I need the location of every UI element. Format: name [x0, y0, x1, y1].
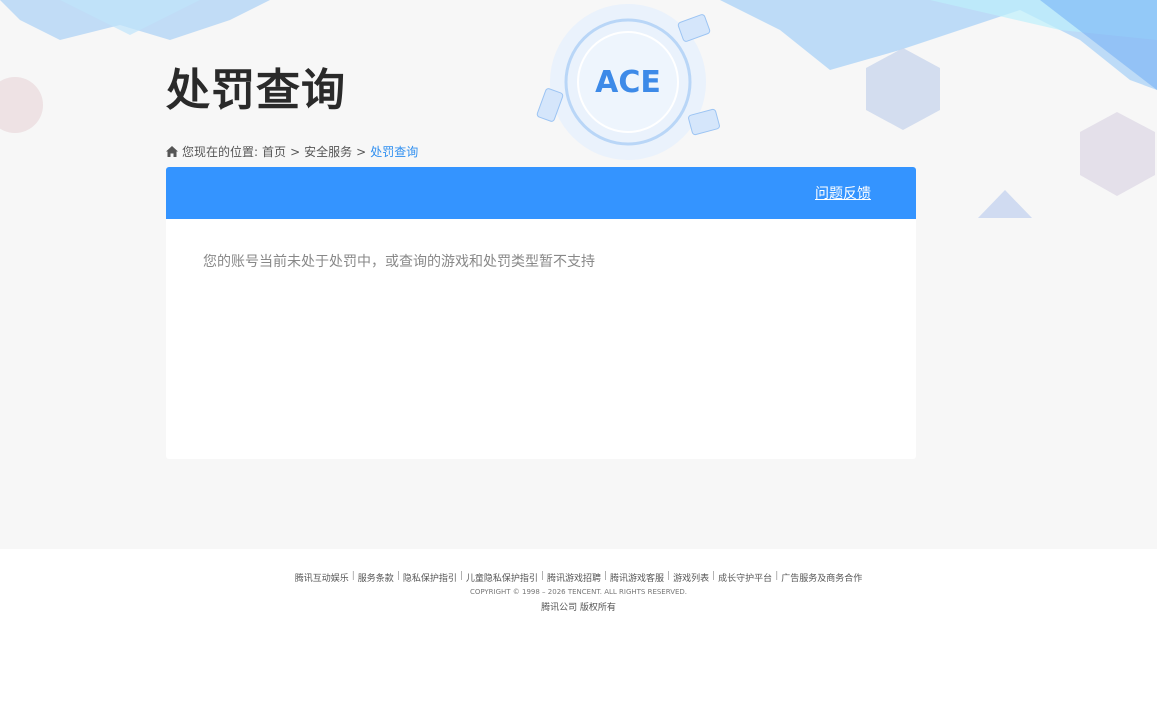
breadcrumb-separator: > [356, 144, 367, 159]
card-header: 问题反馈 [166, 167, 916, 219]
footer: 腾讯互动娱乐 | 服务条款 | 隐私保护指引 | 儿童隐私保护指引 | 腾讯游戏招聘 | … [0, 571, 1157, 613]
result-message: 您的账号当前未处于处罚中，或查询的游戏和处罚类型暂不支持 [203, 254, 595, 270]
breadcrumb-home[interactable]: 首页 [262, 143, 286, 160]
rights-text: 腾讯公司 版权所有 [541, 603, 616, 613]
footer-link[interactable]: 腾讯互动娱乐 [295, 571, 349, 584]
footer-link[interactable]: 游戏列表 [673, 571, 709, 584]
footer-link[interactable]: 隐私保护指引 [403, 571, 457, 584]
footer-link[interactable]: 成长守护平台 [718, 571, 772, 584]
footer-links: 腾讯互动娱乐 | 服务条款 | 隐私保护指引 | 儿童隐私保护指引 | 腾讯游戏招聘 | … [294, 571, 863, 584]
home-icon [166, 146, 178, 157]
footer-link[interactable]: 儿童隐私保护指引 [466, 571, 538, 584]
ace-logo: ACE [595, 65, 661, 100]
feedback-link[interactable]: 问题反馈 [815, 183, 871, 203]
footer-link[interactable]: 广告服务及商务合作 [781, 571, 862, 584]
breadcrumb-separator: > [290, 144, 301, 159]
result-card: 问题反馈 您的账号当前未处于处罚中，或查询的游戏和处罚类型暂不支持 [166, 167, 916, 459]
breadcrumb-security[interactable]: 安全服务 [304, 143, 352, 160]
breadcrumb-prefix: 您现在的位置: [182, 145, 259, 159]
header-area: ACE 处罚查询 您现在的位置: 首页 > 安全服务 > 处罚查询 问题反馈 您… [0, 0, 1157, 549]
breadcrumb: 您现在的位置: 首页 > 安全服务 > 处罚查询 [166, 143, 418, 160]
breadcrumb-current: 处罚查询 [370, 145, 419, 159]
footer-link[interactable]: 服务条款 [358, 571, 394, 584]
footer-link[interactable]: 腾讯游戏招聘 [547, 571, 601, 584]
copyright: COPYRIGHT © 1998 – 2026 TENCENT. ALL RIG… [469, 588, 688, 596]
page-title: 处罚查询 [166, 65, 346, 116]
footer-link[interactable]: 腾讯游戏客服 [610, 571, 664, 584]
